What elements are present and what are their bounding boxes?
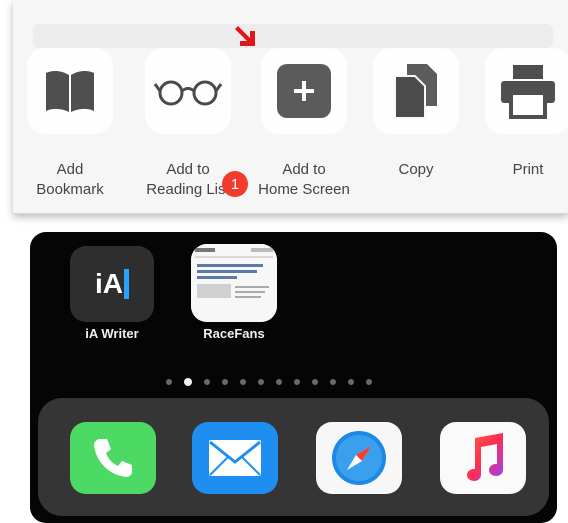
page-dot — [240, 379, 246, 385]
phone-icon — [94, 439, 132, 477]
page-indicator[interactable] — [166, 377, 372, 387]
racefans-thumbnail-icon — [191, 244, 277, 322]
add-to-reading-list-tile[interactable] — [145, 48, 231, 134]
copy-label: Copy — [398, 161, 434, 178]
plus-square-icon — [277, 64, 331, 118]
safari-icon — [332, 431, 386, 485]
mail-badge: 1 — [222, 171, 248, 197]
bookmark-icon — [46, 70, 94, 112]
page-dot — [312, 379, 318, 385]
music-app-icon[interactable] — [440, 422, 526, 494]
copy-tile[interactable] — [373, 48, 459, 134]
add-to-home-screen-label: Add to Home Screen — [258, 161, 350, 198]
racefans-app-icon[interactable] — [191, 244, 277, 322]
add-bookmark-action[interactable]: Add Bookmark — [15, 0, 125, 213]
print-tile[interactable] — [485, 48, 568, 134]
ia-writer-label: iA Writer — [85, 326, 139, 341]
racefans-label: RaceFans — [203, 326, 265, 341]
music-icon — [467, 433, 503, 481]
red-arrow-icon — [235, 26, 255, 46]
copy-action[interactable]: Copy — [361, 0, 471, 213]
page-dot — [222, 379, 228, 385]
page-dot — [276, 379, 282, 385]
page-dot — [348, 379, 354, 385]
phone-app-icon[interactable] — [70, 422, 156, 494]
dock — [38, 398, 549, 516]
add-to-home-screen-tile[interactable] — [261, 48, 347, 134]
page-dot — [366, 379, 372, 385]
ia-writer-app-icon[interactable]: iA — [70, 246, 154, 322]
share-sheet: Add Bookmark Add to Reading List Add to … — [13, 0, 568, 214]
add-bookmark-label: Add Bookmark — [36, 161, 104, 198]
page-dot — [166, 379, 172, 385]
print-label: Print — [512, 161, 544, 178]
printer-icon — [501, 65, 555, 119]
mail-app-icon[interactable] — [192, 422, 278, 494]
page-dot — [258, 379, 264, 385]
mail-icon — [209, 440, 261, 476]
add-bookmark-tile[interactable] — [27, 48, 113, 134]
add-to-home-screen-action[interactable]: Add to Home Screen — [249, 0, 359, 213]
page-dot-active — [184, 378, 192, 386]
ia-writer-icon: iA — [95, 268, 129, 300]
page-dot — [330, 379, 336, 385]
print-action[interactable]: Print — [473, 0, 568, 213]
page-dot — [294, 379, 300, 385]
page-dot — [204, 379, 210, 385]
copy-icon — [394, 64, 437, 119]
reading-glasses-icon — [153, 80, 223, 106]
safari-app-icon[interactable] — [316, 422, 402, 494]
home-screen: iA iA Writer RaceFans — [30, 232, 557, 523]
